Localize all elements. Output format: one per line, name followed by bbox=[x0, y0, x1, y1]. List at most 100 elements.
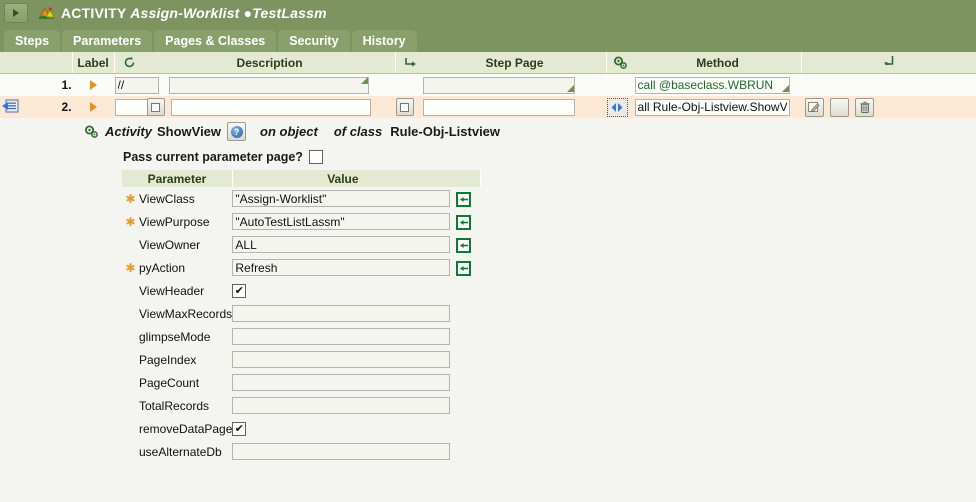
row-handle-cell bbox=[0, 73, 28, 96]
parameter-row: ✱ ViewClass bbox=[122, 187, 480, 210]
insert-property-icon[interactable] bbox=[456, 191, 472, 207]
parameter-value-cell[interactable] bbox=[232, 302, 480, 325]
required-star-icon bbox=[122, 279, 139, 302]
insert-property-icon[interactable] bbox=[456, 260, 472, 276]
insert-property-icon[interactable] bbox=[456, 237, 472, 253]
parameter-value-input[interactable] bbox=[232, 236, 451, 253]
step-page-cell[interactable] bbox=[422, 96, 607, 118]
parameter-value-checkbox[interactable]: ✔ bbox=[232, 284, 247, 299]
table-row[interactable]: 2. bbox=[0, 96, 976, 118]
title-separator: ● bbox=[243, 5, 253, 21]
label-cell[interactable] bbox=[114, 96, 159, 118]
pass-parameter-page-checkbox[interactable] bbox=[308, 150, 323, 164]
parameter-row: ✱ pyAction bbox=[122, 256, 480, 279]
parameter-value-input[interactable] bbox=[232, 328, 451, 345]
parameter-value-cell[interactable] bbox=[232, 371, 480, 394]
description-expand-button[interactable] bbox=[146, 98, 165, 116]
trash-icon[interactable] bbox=[855, 97, 875, 117]
expand-triangle-icon[interactable] bbox=[89, 80, 97, 90]
row-handle-cell[interactable] bbox=[0, 96, 28, 118]
parameter-value-cell[interactable]: ✔ bbox=[232, 417, 480, 440]
description-input[interactable] bbox=[170, 98, 371, 116]
open-window-icon[interactable] bbox=[829, 97, 849, 117]
description-cell[interactable] bbox=[141, 73, 396, 96]
parameter-value-input[interactable] bbox=[232, 190, 451, 207]
row-number: 2. bbox=[28, 96, 73, 118]
method-icon-cell bbox=[605, 73, 635, 96]
method-input[interactable] bbox=[634, 76, 790, 94]
loop-icon bbox=[115, 56, 145, 69]
parameter-column-header: Parameter bbox=[122, 170, 233, 187]
parameter-value-cell[interactable] bbox=[232, 325, 480, 348]
parameter-name-label: ViewPurpose bbox=[139, 214, 210, 229]
edit-pencil-icon[interactable] bbox=[804, 97, 824, 117]
parameter-value-input[interactable] bbox=[232, 443, 451, 460]
gears-icon bbox=[607, 56, 635, 70]
step-page-cell[interactable] bbox=[422, 73, 607, 96]
table-row[interactable]: 1. bbox=[0, 73, 976, 96]
branch-icon bbox=[882, 55, 896, 71]
parameter-value-cell[interactable] bbox=[232, 210, 480, 233]
parameter-name-label: glimpseMode bbox=[139, 329, 211, 344]
parameter-value-input[interactable] bbox=[232, 213, 451, 230]
resize-corner-icon bbox=[781, 84, 789, 92]
parameter-value-cell[interactable] bbox=[232, 187, 480, 210]
parameter-value-input[interactable] bbox=[232, 305, 451, 322]
row-expander-cell[interactable] bbox=[72, 96, 115, 118]
tab-history[interactable]: History bbox=[351, 30, 417, 52]
expand-triangle-icon[interactable] bbox=[89, 102, 97, 112]
label-input[interactable] bbox=[114, 76, 159, 94]
gears-icon bbox=[84, 125, 99, 139]
parameter-row: ViewMaxRecords bbox=[122, 302, 480, 325]
step-page-input[interactable] bbox=[422, 98, 575, 116]
value-column-header: Value bbox=[232, 170, 481, 187]
rule-name: Assign-Worklist bbox=[130, 5, 240, 21]
parameter-value-input[interactable] bbox=[232, 397, 451, 414]
method-cell[interactable] bbox=[634, 73, 802, 96]
step-page-cell-gap bbox=[394, 73, 423, 96]
required-star-icon: ✱ bbox=[125, 260, 136, 275]
parameter-name-label: ViewHeader bbox=[139, 283, 205, 298]
required-star-icon bbox=[122, 302, 139, 325]
tab-parameters[interactable]: Parameters bbox=[62, 30, 153, 52]
step-page-icon-cell[interactable] bbox=[394, 96, 423, 118]
parameter-row: removeDataPage ✔ bbox=[122, 417, 480, 440]
nav-play-button[interactable] bbox=[4, 3, 28, 23]
description-cell[interactable] bbox=[141, 96, 396, 118]
parameter-value-input[interactable] bbox=[232, 351, 451, 368]
step-page-expand-button[interactable] bbox=[395, 98, 414, 116]
method-input[interactable] bbox=[634, 98, 790, 116]
method-drag-cell[interactable] bbox=[605, 96, 635, 118]
method-cell[interactable] bbox=[634, 96, 802, 118]
page-title: ACTIVITY Assign-Worklist ●TestLassm bbox=[61, 5, 327, 21]
parameter-value-cell[interactable] bbox=[232, 256, 480, 279]
step-page-input[interactable] bbox=[422, 76, 575, 94]
parameter-name-label: useAlternateDb bbox=[139, 444, 222, 459]
of-class-label: of class bbox=[333, 124, 383, 139]
help-icon[interactable]: ? bbox=[227, 122, 247, 141]
label-cell[interactable] bbox=[114, 73, 159, 96]
parameter-value-cell[interactable] bbox=[232, 233, 480, 256]
col-description: Description bbox=[113, 52, 396, 74]
parameter-value-cell[interactable] bbox=[232, 440, 480, 463]
tab-pages-and-classes[interactable]: Pages & Classes bbox=[154, 30, 277, 52]
parameter-value-cell[interactable]: ✔ bbox=[232, 279, 480, 302]
insert-row-icon[interactable] bbox=[0, 97, 20, 114]
row-expander-cell[interactable] bbox=[72, 73, 115, 96]
open-window-icon bbox=[400, 102, 410, 112]
tab-steps[interactable]: Steps bbox=[4, 30, 61, 52]
parameter-value-input[interactable] bbox=[232, 374, 451, 391]
parameters-header-row: Parameter Value bbox=[122, 170, 481, 187]
parameter-value-cell[interactable] bbox=[232, 348, 480, 371]
drag-handle-icon[interactable] bbox=[606, 97, 628, 117]
parameter-value-cell[interactable] bbox=[232, 394, 480, 417]
parameter-value-checkbox[interactable]: ✔ bbox=[232, 422, 247, 437]
required-star-icon bbox=[122, 440, 139, 463]
class-name-label: Rule-Obj-Listview bbox=[390, 124, 501, 139]
insert-property-icon[interactable] bbox=[456, 214, 472, 230]
description-input[interactable] bbox=[168, 76, 369, 94]
steps-grid-header-row: Label Description Step Page Method bbox=[0, 52, 976, 74]
col-label: Label bbox=[72, 52, 115, 74]
parameter-value-input[interactable] bbox=[232, 259, 451, 276]
tab-security[interactable]: Security bbox=[278, 30, 350, 52]
